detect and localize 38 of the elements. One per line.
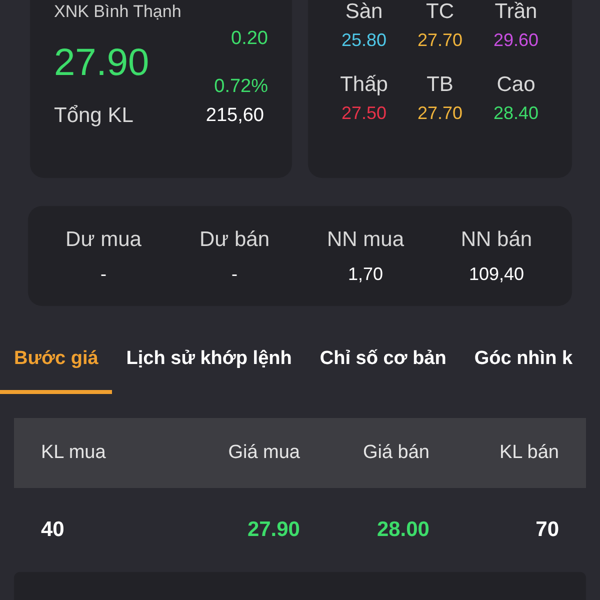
total-volume: 215,60: [206, 105, 265, 127]
level-value: 25.80: [341, 30, 387, 51]
order-label: Dư bán: [199, 228, 270, 252]
column-header: KL bán: [499, 442, 559, 464]
price-change: 0.20: [231, 28, 268, 50]
column-header: Giá mua: [228, 442, 300, 464]
level-label: TB: [426, 73, 454, 97]
order-label: Dư mua: [66, 228, 142, 252]
table-cell: 40: [41, 518, 64, 542]
level-label: Thấp: [340, 73, 388, 97]
order-label: NN bán: [460, 228, 532, 252]
order-value: 1,70: [348, 264, 384, 284]
tab[interactable]: Chỉ số cơ bản: [306, 348, 460, 394]
column-header: Giá bán: [362, 442, 430, 464]
total-volume-label: Tổng KL: [54, 104, 134, 128]
tab[interactable]: Bước giá: [0, 348, 112, 394]
order-value: -: [232, 264, 238, 284]
tab[interactable]: Lịch sử khớp lệnh: [112, 348, 306, 394]
level-value: 28.40: [493, 103, 539, 124]
level-label: Trần: [494, 0, 538, 24]
level-value: 27.70: [417, 103, 463, 124]
level-label: TC: [426, 0, 454, 24]
order-value: 109,40: [468, 264, 524, 284]
level-label: Sàn: [345, 0, 383, 24]
level-value: 27.70: [417, 30, 463, 51]
percent-change: 0.72%: [214, 76, 268, 98]
table-cell: 28.00: [376, 518, 430, 542]
level-label: Cao: [496, 73, 536, 97]
order-label: NN mua: [326, 228, 404, 252]
table-cell: 70: [536, 518, 559, 542]
stock-name: XNK Bình Thạnh: [54, 2, 182, 22]
level-value: 27.50: [341, 103, 387, 124]
column-header: KL mua: [41, 442, 106, 464]
tab[interactable]: Góc nhìn k: [460, 348, 587, 394]
order-value: -: [100, 264, 106, 284]
table-cell: 27.90: [247, 518, 300, 542]
level-value: 29.60: [493, 30, 539, 51]
current-price: 27.90: [54, 42, 150, 84]
